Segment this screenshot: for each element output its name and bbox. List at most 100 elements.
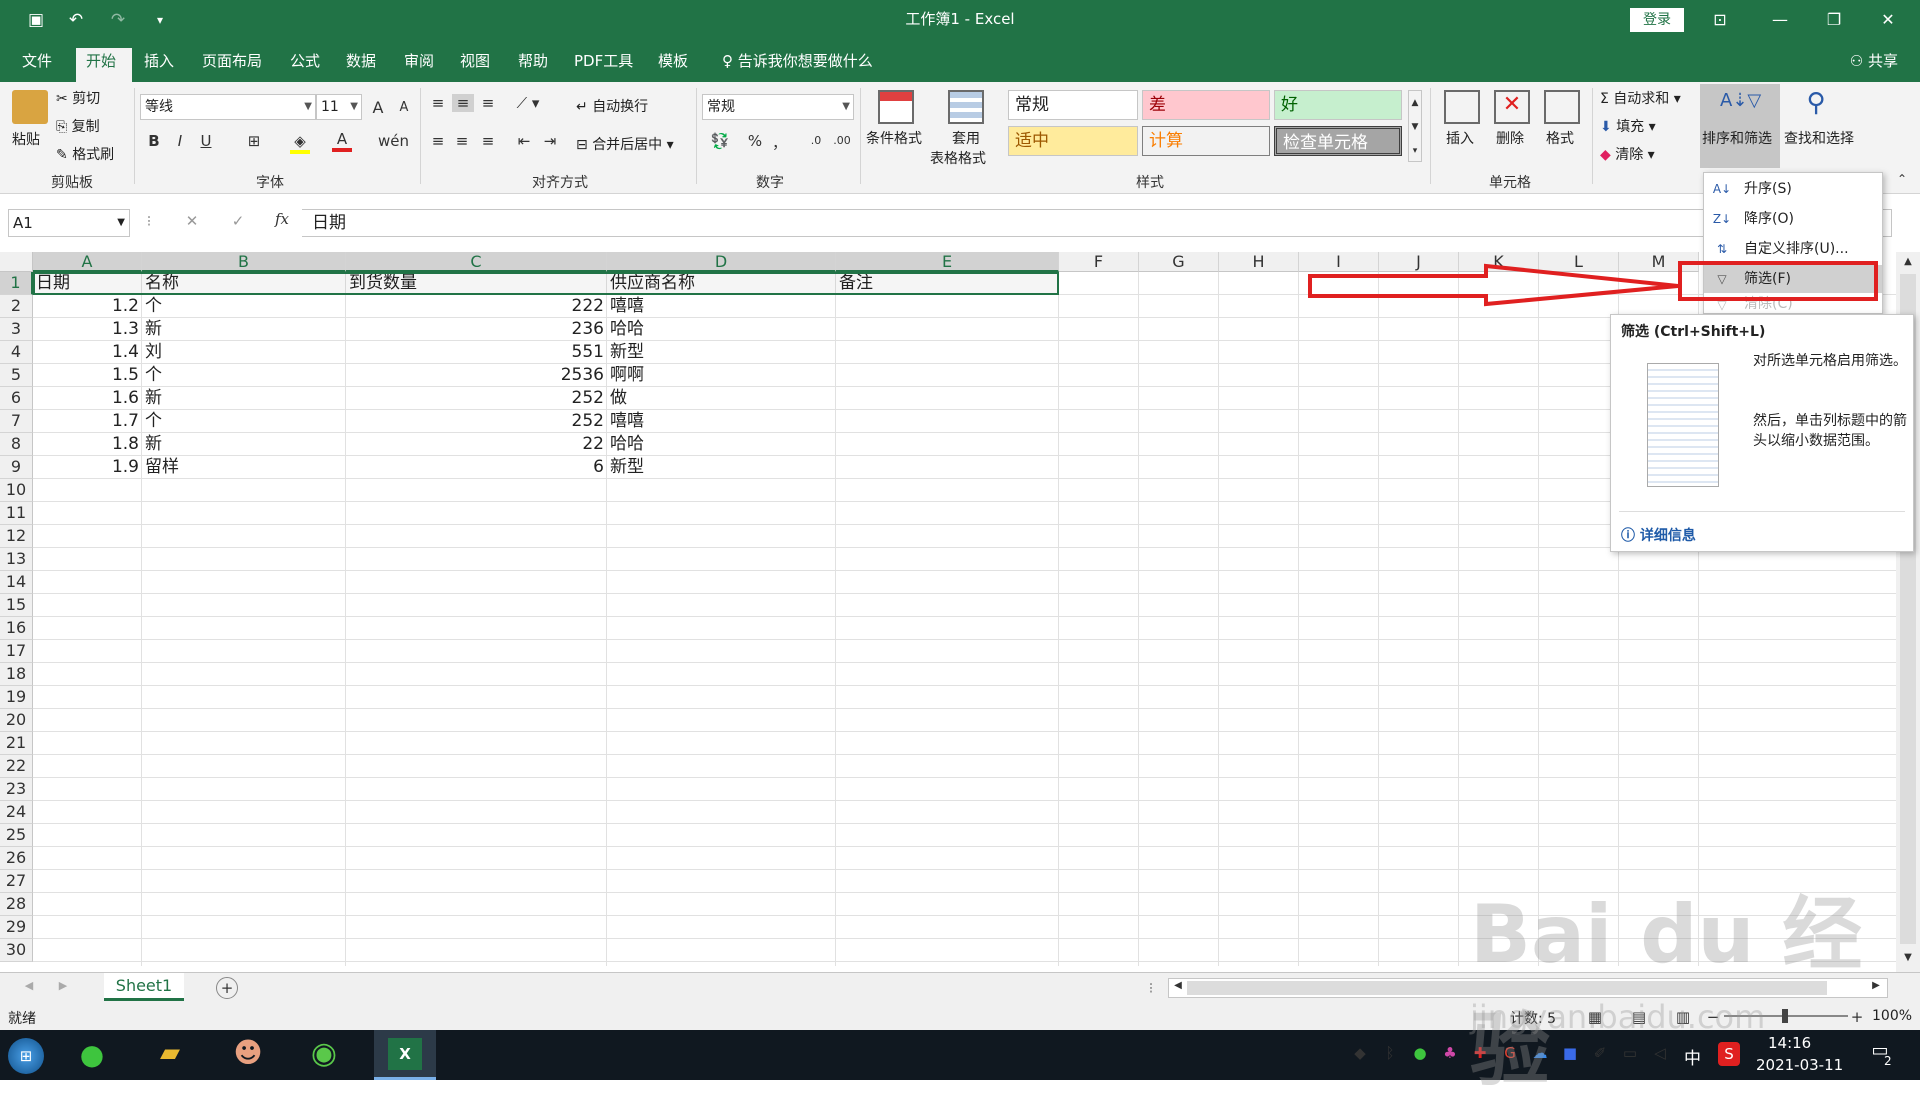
row-header-14[interactable]: 14 — [0, 571, 33, 594]
tab-review[interactable]: 审阅 — [394, 48, 444, 82]
fill-color-icon[interactable]: ◈ — [290, 132, 310, 154]
cell-A9[interactable]: 1.9 — [33, 456, 142, 479]
share-button[interactable]: ⚇ 共享 — [1850, 50, 1898, 71]
cell-C8[interactable]: 22 — [346, 433, 607, 456]
row-header-24[interactable]: 24 — [0, 801, 33, 824]
cell-A4[interactable]: 1.4 — [33, 341, 142, 364]
paste-label[interactable]: 粘贴 — [12, 129, 40, 149]
copy-button[interactable]: ⎘ 复制 — [56, 116, 100, 136]
align-left-icon[interactable]: ≡ — [428, 132, 448, 150]
row-header-20[interactable]: 20 — [0, 709, 33, 732]
row-header-18[interactable]: 18 — [0, 663, 33, 686]
sort-filter-button[interactable]: A⇣▽ 排序和筛选 — [1700, 84, 1780, 168]
format-cells-label[interactable]: 格式 — [1546, 128, 1574, 148]
fill-button[interactable]: ⬇ 填充 ▾ — [1600, 116, 1656, 136]
cell-A2[interactable]: 1.2 — [33, 295, 142, 318]
format-painter-button[interactable]: ✎ 格式刷 — [56, 144, 114, 164]
row-header-10[interactable]: 10 — [0, 479, 33, 502]
cell-C2[interactable]: 222 — [346, 295, 607, 318]
cell-D8[interactable]: 哈哈 — [607, 433, 836, 456]
format-as-table-icon[interactable] — [948, 90, 984, 124]
tray-app-icon[interactable]: ♣ — [1440, 1044, 1460, 1062]
style-check-cell[interactable]: 检查单元格 — [1274, 126, 1402, 156]
excel-taskbar-button[interactable]: X — [374, 1030, 436, 1080]
confirm-entry-icon[interactable]: ✓ — [226, 212, 250, 230]
insert-cells-icon[interactable] — [1444, 90, 1480, 124]
row-header-17[interactable]: 17 — [0, 640, 33, 663]
row-header-4[interactable]: 4 — [0, 341, 33, 364]
cell-B6[interactable]: 新 — [142, 387, 346, 410]
column-header-E[interactable]: E — [836, 252, 1059, 272]
prev-sheet-icon[interactable]: ◀ — [22, 979, 36, 992]
format-cells-icon[interactable] — [1544, 90, 1580, 124]
styles-scroll-icon[interactable]: ▲ ▼ ▾ — [1408, 90, 1422, 162]
insert-cells-label[interactable]: 插入 — [1446, 128, 1474, 148]
tab-pdf-tools[interactable]: PDF工具 — [564, 48, 643, 82]
split-handle-icon[interactable]: ⁝ — [1146, 979, 1156, 997]
align-middle-icon[interactable]: ≡ — [452, 94, 474, 112]
tab-templates[interactable]: 模板 — [648, 48, 698, 82]
align-right-icon[interactable]: ≡ — [478, 132, 498, 150]
tab-view[interactable]: 视图 — [450, 48, 500, 82]
cell-B2[interactable]: 个 — [142, 295, 346, 318]
shrink-font-icon[interactable]: A — [394, 100, 414, 115]
style-good[interactable]: 好 — [1274, 90, 1402, 120]
paste-icon[interactable] — [12, 90, 48, 124]
cut-button[interactable]: ✂ 剪切 — [56, 88, 100, 108]
row-header-12[interactable]: 12 — [0, 525, 33, 548]
increase-decimal-icon[interactable]: .0 — [806, 134, 826, 147]
cell-B4[interactable]: 刘 — [142, 341, 346, 364]
format-as-table-label-2[interactable]: 表格格式 — [930, 148, 986, 168]
wechat-icon[interactable]: ● — [70, 1038, 114, 1074]
cell-C5[interactable]: 2536 — [346, 364, 607, 387]
cell-C4[interactable]: 551 — [346, 341, 607, 364]
column-header-F[interactable]: F — [1059, 252, 1139, 272]
restore-icon[interactable]: ❐ — [1814, 6, 1854, 34]
cell-A5[interactable]: 1.5 — [33, 364, 142, 387]
orientation-icon[interactable]: ⟋ ▾ — [514, 94, 542, 112]
close-icon[interactable]: ✕ — [1868, 6, 1908, 34]
conditional-format-label[interactable]: 条件格式 — [866, 128, 922, 148]
comma-style-button[interactable]: ， — [772, 132, 787, 153]
cell-B7[interactable]: 个 — [142, 410, 346, 433]
font-color-icon[interactable]: A — [332, 130, 352, 152]
select-all-corner[interactable] — [0, 252, 33, 272]
tab-home[interactable]: 开始 — [76, 48, 132, 82]
tab-file[interactable]: 文件 — [12, 48, 62, 82]
delete-cells-label[interactable]: 删除 — [1496, 128, 1524, 148]
tab-insert[interactable]: 插入 — [134, 48, 184, 82]
row-header-22[interactable]: 22 — [0, 755, 33, 778]
row-header-28[interactable]: 28 — [0, 893, 33, 916]
add-sheet-icon[interactable]: + — [216, 977, 238, 999]
wrap-text-button[interactable]: ↵ 自动换行 — [576, 96, 648, 116]
row-header-30[interactable]: 30 — [0, 939, 33, 962]
row-header-23[interactable]: 23 — [0, 778, 33, 801]
insert-function-icon[interactable]: fx — [270, 210, 294, 228]
cell-B9[interactable]: 留样 — [142, 456, 346, 479]
row-header-15[interactable]: 15 — [0, 594, 33, 617]
row-header-21[interactable]: 21 — [0, 732, 33, 755]
tray-bluetooth-icon[interactable]: ᛒ — [1380, 1044, 1400, 1062]
column-header-G[interactable]: G — [1139, 252, 1219, 272]
row-header-11[interactable]: 11 — [0, 502, 33, 525]
tab-help[interactable]: 帮助 — [508, 48, 558, 82]
tooltip-more-info-link[interactable]: ⓘ 详细信息 — [1621, 525, 1696, 545]
italic-button[interactable]: I — [170, 132, 190, 150]
clear-button[interactable]: ◆ 清除 ▾ — [1600, 144, 1655, 164]
row-header-2[interactable]: 2 — [0, 295, 33, 318]
phonetic-icon[interactable]: wén — [378, 132, 409, 150]
accounting-format-icon[interactable]: 💱 — [706, 132, 734, 150]
cell-B5[interactable]: 个 — [142, 364, 346, 387]
cell-D3[interactable]: 哈哈 — [607, 318, 836, 341]
cell-B3[interactable]: 新 — [142, 318, 346, 341]
row-header-1[interactable]: 1 — [0, 272, 33, 295]
align-bottom-icon[interactable]: ≡ — [478, 94, 498, 112]
tab-data[interactable]: 数据 — [336, 48, 386, 82]
ribbon-display-options-icon[interactable]: ⊡ — [1700, 6, 1740, 34]
style-calculation[interactable]: 计算 — [1142, 126, 1270, 156]
format-as-table-label-1[interactable]: 套用 — [952, 128, 980, 148]
tab-page-layout[interactable]: 页面布局 — [192, 48, 272, 82]
cell-C3[interactable]: 236 — [346, 318, 607, 341]
menu-item-sort-ascending[interactable]: A↓ 升序(S) — [1704, 175, 1882, 203]
tell-me-box[interactable]: ♀ 告诉我你想要做什么 — [712, 48, 883, 82]
